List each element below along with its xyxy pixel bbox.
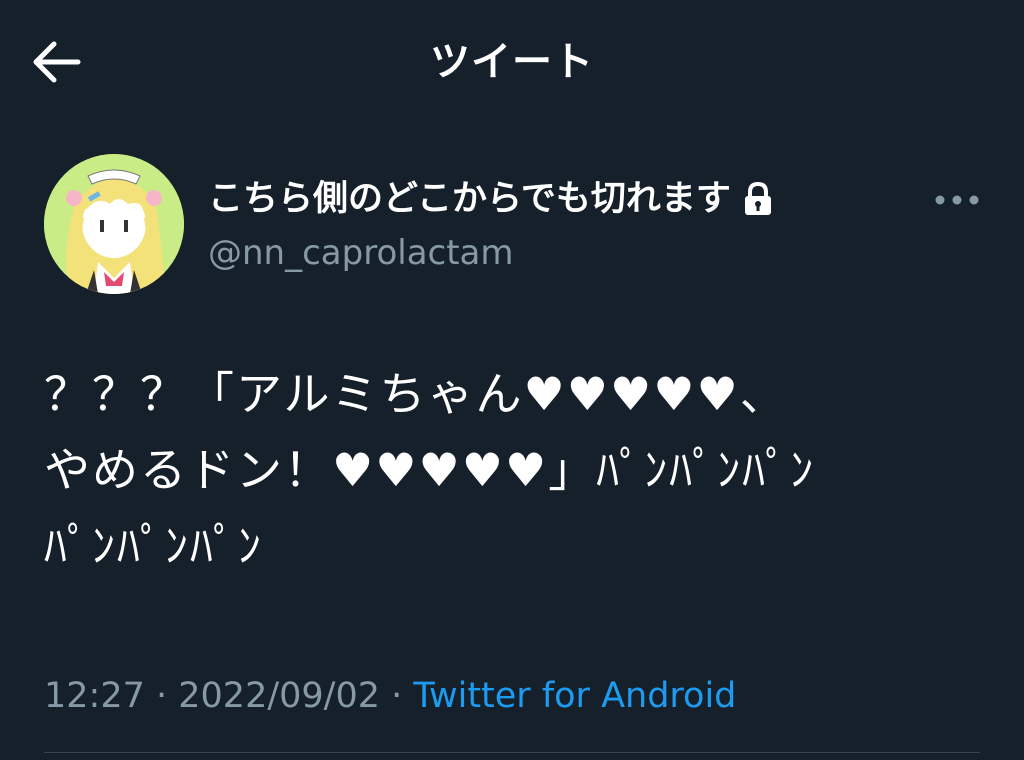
tweet-author: こちら側のどこからでも切れます @nn_caprolactam: [44, 154, 984, 296]
tweet-source-link[interactable]: Twitter for Android: [413, 676, 736, 716]
tweet-detail-screen: ツイート こちら側のどこからでも切れます @nn_caprolactam ？？？…: [0, 0, 1024, 760]
tweet-time: 12:27: [44, 676, 145, 716]
more-options-button[interactable]: [930, 184, 984, 216]
tweet-text: ？？？「アルミちゃん♥♥♥♥♥、 やめるドン！♥♥♥♥♥」ﾊﾟﾝﾊﾟﾝﾊﾟﾝ ﾊ…: [44, 367, 816, 573]
tweet-meta: 12:27 · 2022/09/02 · Twitter for Android: [44, 668, 736, 724]
tweet-date: 2022/09/02: [178, 676, 380, 716]
meta-separator: ·: [144, 676, 179, 716]
username-handle[interactable]: @nn_caprolactam: [208, 228, 514, 278]
lock-icon: [744, 181, 771, 215]
divider: [44, 752, 980, 753]
page-title: ツイート: [430, 39, 594, 85]
display-name-text: こちら側のどこからでも切れます: [208, 179, 731, 219]
meta-separator-2: ·: [380, 676, 414, 716]
avatar-image: [44, 154, 184, 294]
display-name[interactable]: こちら側のどこからでも切れます: [208, 174, 775, 224]
avatar[interactable]: [44, 154, 184, 294]
header: ツイート: [0, 0, 1024, 120]
more-icon: [935, 195, 979, 205]
